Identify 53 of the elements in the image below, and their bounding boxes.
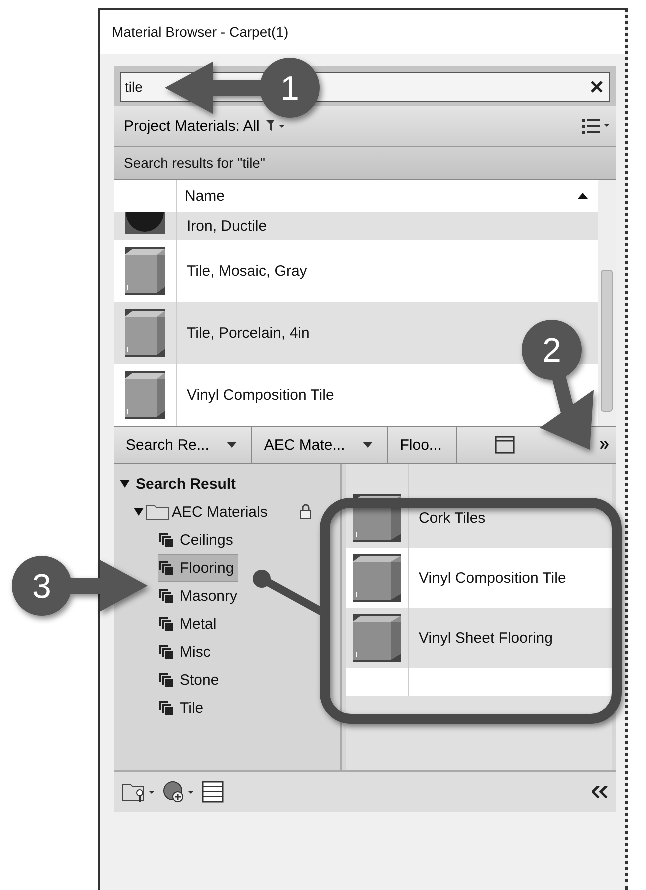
panel-layout-icon[interactable] [202,781,224,803]
dropdown-caret-icon[interactable] [363,442,374,448]
tree-item[interactable]: Masonry [158,582,242,610]
breadcrumb-item[interactable]: Search Re... [114,427,252,463]
cube-thumbnail-icon [125,309,165,357]
category-icon [158,644,174,660]
category-icon [158,588,174,604]
clear-icon[interactable] [591,81,603,93]
dropdown-caret-icon[interactable] [227,442,238,448]
material-name: Tile, Mosaic, Gray [186,262,308,282]
tree-item[interactable]: Tile [158,694,208,722]
material-row[interactable]: Iron, Ductile [114,212,598,240]
lock-icon [300,504,312,520]
material-name: Cork Tiles [418,508,486,528]
scrollbar[interactable] [598,180,616,426]
material-name: Vinyl Composition Tile [418,568,566,588]
cube-thumbnail-icon [353,614,401,662]
sphere-thumbnail-icon [125,212,165,234]
double-chevron-right-icon[interactable] [600,441,610,449]
breadcrumb-item[interactable]: AEC Mate... [252,427,388,463]
tree-item[interactable]: Metal [158,610,221,638]
cube-thumbnail-icon [353,554,401,602]
expand-caret-icon[interactable] [120,480,130,488]
material-name: Iron, Ductile [186,216,268,236]
category-icon [158,672,174,688]
tree-item[interactable]: Ceilings [158,526,238,554]
material-name: Tile, Porcelain, 4in [186,324,310,344]
window-title: Material Browser - Carpet(1) [100,10,625,54]
search-results-header: Search results for "tile" [114,147,616,180]
category-icon [158,560,174,576]
filter-icon[interactable] [266,120,286,132]
list-view-icon[interactable] [582,118,610,134]
folder-icon [146,503,170,521]
cube-thumbnail-icon [125,247,165,295]
category-icon [158,700,174,716]
globe-add-icon[interactable] [162,781,196,803]
sort-ascending-icon[interactable] [578,193,588,199]
breadcrumb-item[interactable]: Floo... [388,427,457,463]
name-column-header[interactable]: Name [177,180,598,212]
window-icon[interactable] [494,436,515,454]
category-icon [158,616,174,632]
tree-item[interactable]: Search Result [114,470,340,498]
tree-item[interactable]: Flooring [158,554,238,582]
material-name: Vinyl Sheet Flooring [418,628,553,648]
tree-item[interactable]: Misc [158,638,215,666]
category-icon [158,532,174,548]
cube-thumbnail-icon [125,371,165,419]
double-chevron-left-icon[interactable] [592,786,608,798]
expand-caret-icon[interactable] [134,508,144,516]
tree-item[interactable]: Stone [158,666,224,694]
material-name: Vinyl Composition Tile [186,386,334,406]
material-row[interactable]: Vinyl Composition Tile [346,548,612,608]
tree-item[interactable]: AEC Materials [114,498,340,526]
